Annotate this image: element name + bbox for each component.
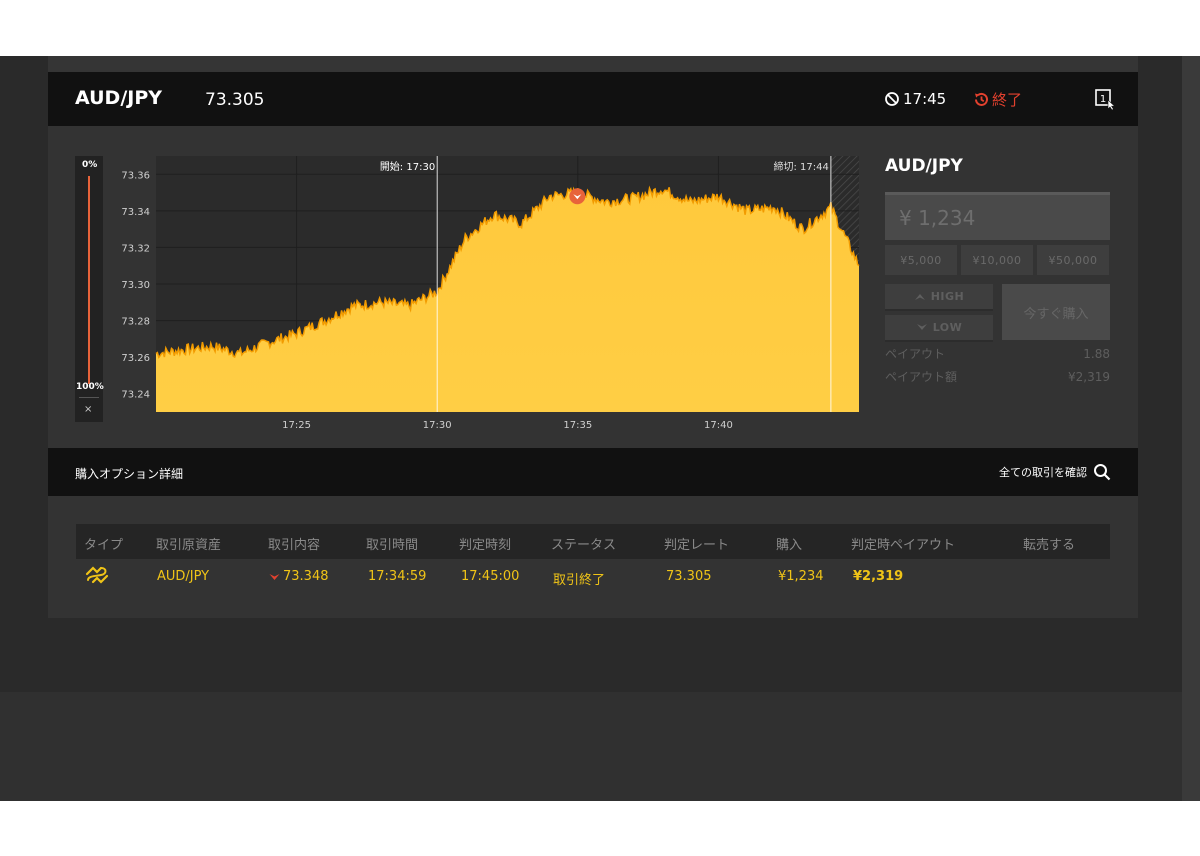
payout-value: 1.88	[1083, 346, 1110, 361]
payout-row: ペイアウト 1.88	[885, 342, 1110, 365]
low-button[interactable]: LOW	[885, 315, 993, 342]
y-tick-label: 73.34	[121, 207, 150, 218]
row-purchase: ¥1,234	[778, 569, 824, 584]
history-icon	[975, 92, 988, 106]
gauge-bar	[88, 176, 90, 384]
table-row[interactable]: AUD/JPY 73.348 17:34:59 17:45:00 取引終了 73…	[76, 559, 1110, 595]
search-icon	[1094, 464, 1111, 481]
y-tick-label: 73.32	[121, 243, 150, 254]
y-tick-label: 73.28	[121, 317, 150, 328]
x-tick-label: 17:30	[423, 420, 452, 431]
direction-controls: HIGH LOW 今すぐ購入	[885, 284, 1110, 342]
row-status: 取引終了	[553, 573, 606, 588]
high-button-label: HIGH	[930, 290, 965, 303]
price-chart[interactable]: 73.36 73.34 73.32 73.30 73.28 73.26 73.24 17:25…	[116, 154, 861, 434]
payout-amount-label: ペイアウト額	[885, 370, 958, 384]
row-payout: ¥2,319	[853, 569, 904, 584]
amount-presets: ¥5,000 ¥10,000 ¥50,000	[885, 245, 1110, 275]
details-title: 購入オプション詳細	[75, 467, 184, 481]
no-entry-icon	[885, 92, 899, 106]
footer-band	[0, 692, 1182, 801]
x-tick-label: 17:25	[282, 420, 311, 431]
col-judge-rate: 判定レート	[664, 538, 730, 553]
col-content: 取引内容	[268, 538, 321, 553]
payout-amount-row: ペイアウト額 ¥2,319	[885, 365, 1110, 388]
gauge-close-button[interactable]: ×	[84, 404, 92, 415]
col-payout: 判定時ペイアウト	[851, 538, 956, 553]
trade-header: AUD/JPY 73.305 17:45 終了 1	[48, 72, 1138, 126]
asset-pair-title: AUD/JPY	[75, 87, 163, 109]
col-trade-time: 取引時間	[366, 538, 419, 553]
trades-table: タイプ 取引原資産 取引内容 取引時間 判定時刻 ステータス 判定レート 購入 …	[48, 496, 1138, 618]
row-trade-time: 17:34:59	[368, 569, 427, 584]
arrow-down-icon	[916, 324, 927, 330]
confirm-all-label: 全ての取引を確認	[999, 466, 1087, 479]
x-tick-label: 17:40	[704, 420, 733, 431]
preset-5000-button[interactable]: ¥5,000	[885, 245, 957, 275]
y-tick-label: 73.30	[121, 280, 150, 291]
buy-now-button[interactable]: 今すぐ購入	[1002, 284, 1110, 340]
row-asset: AUD/JPY	[157, 569, 210, 584]
payout-amount-value: ¥2,319	[1068, 369, 1110, 384]
row-judge-time: 17:45:00	[461, 569, 520, 584]
high-low-type-icon	[85, 566, 109, 584]
payout-label: ペイアウト	[885, 347, 946, 361]
gauge-top-label: 0%	[82, 160, 98, 170]
row-content: 73.348	[269, 569, 329, 584]
col-resell: 転売する	[1023, 538, 1076, 553]
close-marker-label: 締切: 17:44	[774, 160, 829, 173]
gauge-divider	[79, 397, 99, 398]
scrollbar-track[interactable]	[1182, 56, 1200, 801]
start-marker-label: 開始: 17:30	[380, 160, 435, 173]
current-rate: 73.305	[205, 90, 265, 110]
top-strip	[48, 56, 1138, 72]
table-header: タイプ 取引原資産 取引内容 取引時間 判定時刻 ステータス 判定レート 購入 …	[76, 524, 1110, 559]
confirm-all-trades-link[interactable]: 全ての取引を確認	[999, 463, 1111, 481]
investment-amount-input[interactable]: ¥ 1,234	[885, 192, 1110, 240]
trade-panel: 0% 100% × 73.36 73.34 73.32 73.30 73.28 73.26…	[48, 126, 1138, 448]
preset-50000-button[interactable]: ¥50,000	[1037, 245, 1109, 275]
y-tick-label: 73.24	[121, 390, 150, 401]
col-judge-time: 判定時刻	[459, 538, 512, 553]
low-direction-icon	[269, 573, 280, 580]
low-button-label: LOW	[932, 321, 963, 334]
sentiment-gauge: 0% 100% ×	[75, 156, 104, 422]
svg-text:1: 1	[1100, 94, 1106, 105]
order-ticket: AUD/JPY ¥ 1,234 ¥5,000 ¥10,000 ¥50,000 H…	[885, 156, 1110, 388]
gauge-bottom-label: 100%	[76, 382, 104, 392]
col-status: ステータス	[551, 538, 617, 553]
trade-status: 終了	[973, 89, 1022, 110]
high-button[interactable]: HIGH	[885, 284, 993, 311]
arrow-up-icon	[914, 294, 925, 300]
y-tick-label: 73.26	[121, 353, 150, 364]
row-judge-rate: 73.305	[666, 569, 712, 584]
one-click-icon[interactable]: 1	[1094, 88, 1116, 110]
preset-10000-button[interactable]: ¥10,000	[961, 245, 1033, 275]
y-tick-label: 73.36	[121, 170, 150, 181]
details-header: 購入オプション詳細 全ての取引を確認	[48, 448, 1138, 496]
col-type: タイプ	[84, 538, 124, 553]
expiry-time: 17:45	[884, 90, 946, 108]
col-purchase: 購入	[776, 538, 803, 553]
col-asset: 取引原資産	[156, 538, 222, 553]
expiry-time-label: 17:45	[903, 90, 947, 108]
ticket-asset-pair: AUD/JPY	[885, 156, 963, 176]
trade-status-label: 終了	[992, 91, 1023, 109]
x-tick-label: 17:35	[563, 420, 592, 431]
row-content-value: 73.348	[283, 569, 329, 584]
